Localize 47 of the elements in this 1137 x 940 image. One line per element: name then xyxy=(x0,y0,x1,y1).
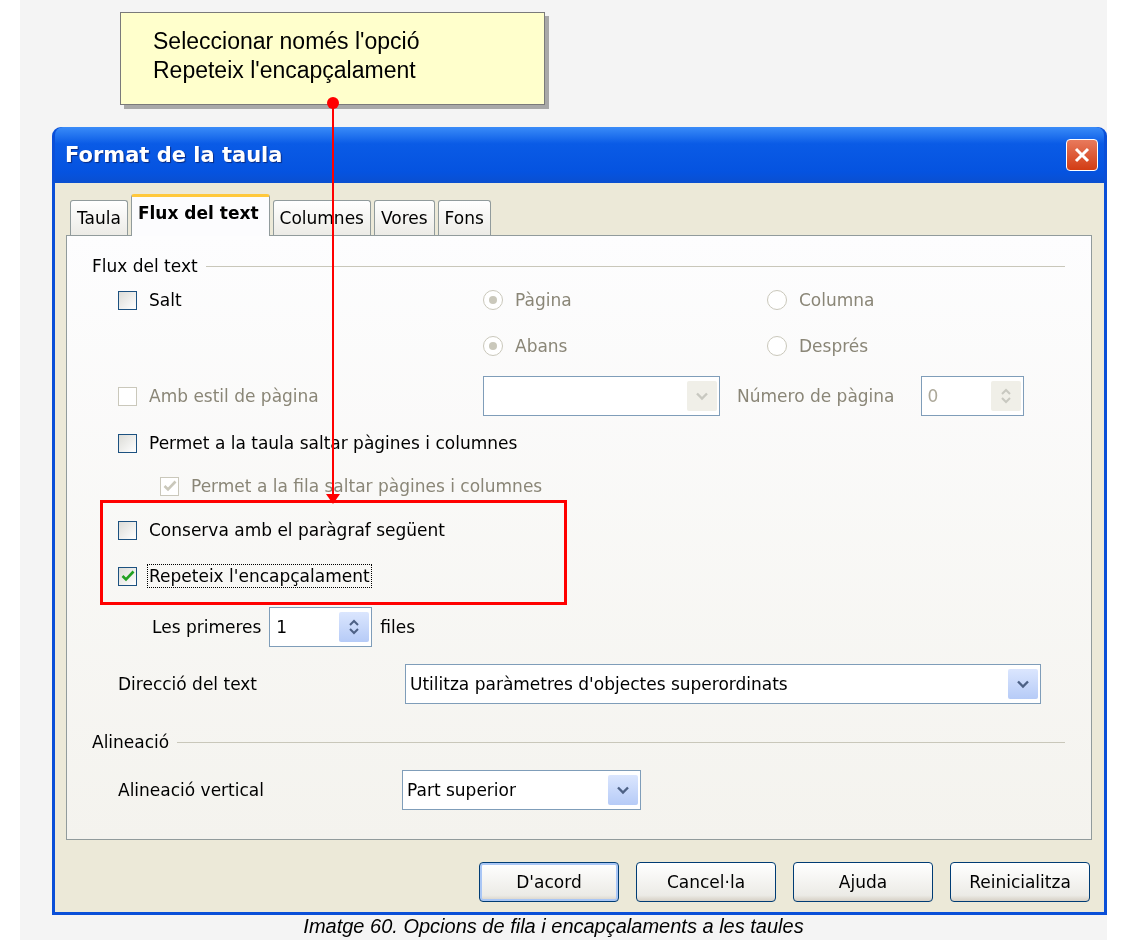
radio-label: Abans xyxy=(514,335,569,357)
spin-field[interactable]: 1 xyxy=(269,607,373,647)
checkbox[interactable] xyxy=(118,433,137,453)
dialog-button[interactable]: D'acord xyxy=(479,862,619,902)
spin-arrows-icon xyxy=(348,618,361,636)
checkbox[interactable] xyxy=(118,520,137,540)
dropdown-button[interactable] xyxy=(608,775,638,805)
radio-label: Pàgina xyxy=(514,289,573,311)
spin-value: 1 xyxy=(275,617,289,637)
dialog-button[interactable]: Ajuda xyxy=(793,862,933,902)
dropdown-value: Utilitza paràmetres d'objectes superordinats xyxy=(409,674,789,694)
tab[interactable]: Vores xyxy=(373,200,435,235)
checkbox-label: Salt xyxy=(148,289,183,311)
dropdown-value: Part superior xyxy=(406,780,517,800)
dialog-button[interactable]: Reinicialitza xyxy=(950,862,1090,902)
unit-label: files xyxy=(380,617,416,637)
figure-caption: Imatge 60. Opcions de fila i encapçalaments a les taules xyxy=(302,915,805,938)
chevron-down-icon xyxy=(696,391,708,401)
group-heading: Flux del text xyxy=(92,256,198,276)
checkbox-label: Repeteix l'encapçalament xyxy=(148,565,371,587)
tab[interactable]: Flux del text xyxy=(130,194,270,236)
dropdown[interactable]: Utilitza paràmetres d'objectes superordinats xyxy=(405,664,1041,704)
spin-arrows-icon xyxy=(999,387,1012,405)
spin-button[interactable] xyxy=(339,612,370,642)
field-label: Número de pàgina xyxy=(737,386,895,406)
checkbox-label: Conserva amb el paràgraf següent xyxy=(148,519,446,541)
checkbox[interactable] xyxy=(118,290,137,310)
tab[interactable]: Fons xyxy=(437,200,491,235)
dropdown-button[interactable] xyxy=(1008,669,1038,699)
dropdown[interactable]: Part superior xyxy=(402,770,641,810)
chevron-down-icon xyxy=(1017,679,1029,689)
dialog-button[interactable]: Cancel·la xyxy=(636,862,776,902)
field-label: Les primeres xyxy=(152,617,262,637)
window-title: Format de la taula xyxy=(65,143,283,167)
tab[interactable]: Taula xyxy=(70,200,128,235)
checkbox-label: Amb estil de pàgina xyxy=(148,385,320,407)
close-button[interactable] xyxy=(1066,139,1098,171)
field-label: Alineació vertical xyxy=(118,780,265,800)
field-label: Direcció del text xyxy=(118,674,259,694)
callout-text: Seleccionar només l'opció Repeteix l'encapçalament xyxy=(153,27,421,85)
radio-label: Després xyxy=(798,335,870,357)
radio-label: Columna xyxy=(798,289,876,311)
close-icon xyxy=(1073,146,1091,164)
chevron-down-icon xyxy=(617,785,629,795)
checkbox[interactable] xyxy=(118,566,137,586)
group-heading: Alineació xyxy=(92,732,170,752)
spin-value: 0 xyxy=(926,386,940,406)
